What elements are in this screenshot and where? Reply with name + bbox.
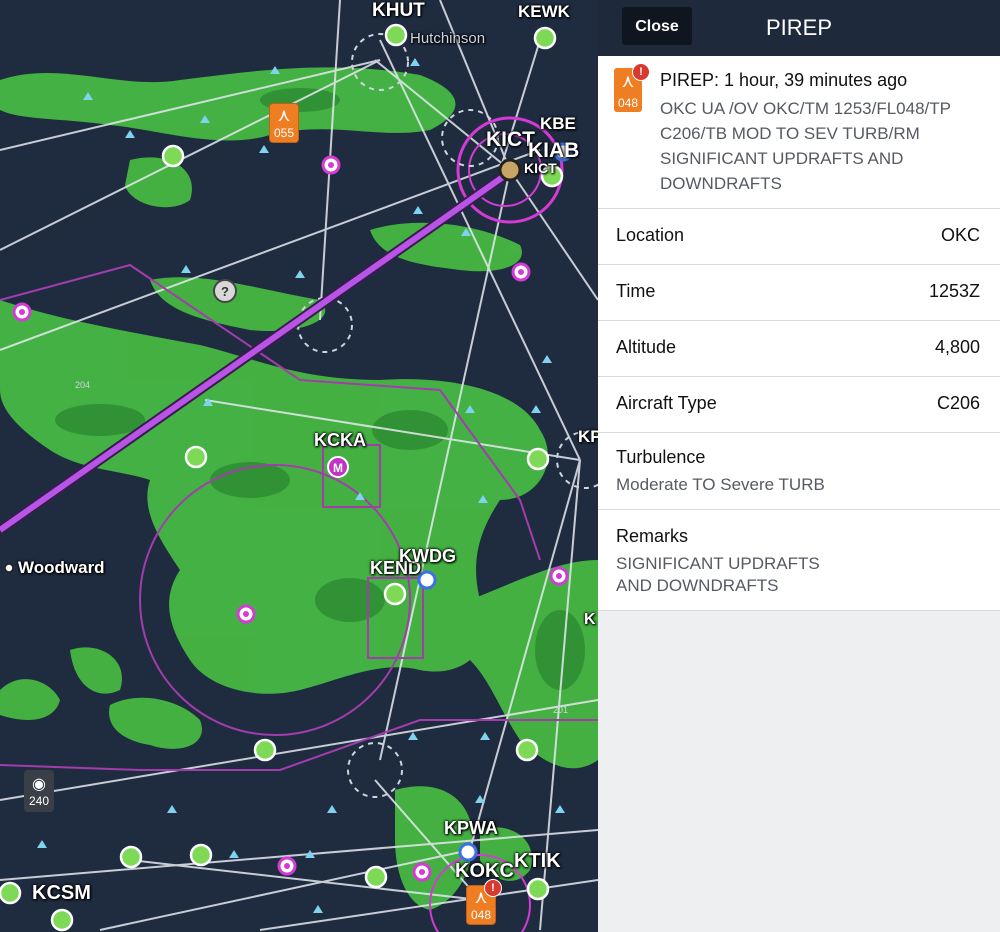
- detail-key: Aircraft Type: [616, 393, 717, 413]
- airport-marker: [515, 738, 539, 762]
- airport-label-kokc[interactable]: KOKC: [455, 860, 514, 883]
- pirep-altitude: 048: [470, 908, 492, 922]
- panel-title: PIREP: [765, 15, 833, 40]
- detail-value: Moderate TO Severe TURB: [616, 475, 825, 494]
- airport-label-kbe[interactable]: KBE: [540, 114, 576, 134]
- pirep-header: ⋏ 048 ! PIREP: 1 hour, 39 minutes ago OK…: [598, 56, 1000, 209]
- city-label-hutchinson: Hutchinson: [410, 30, 486, 47]
- airport-marker: [0, 881, 22, 905]
- detail-row-time: Time 1253Z: [598, 265, 1000, 321]
- eye-icon: ◉: [32, 776, 46, 793]
- airport-marker: [119, 845, 143, 869]
- detail-row-location: Location OKC: [598, 209, 1000, 265]
- weather-radar-layer: [0, 67, 598, 910]
- airport-label-khut[interactable]: KHUT: [372, 0, 425, 22]
- airport-kict-marker[interactable]: [498, 158, 522, 182]
- detail-value: 1253Z: [928, 281, 980, 301]
- pirep-panel: Close PIREP ⋏ 048 ! PIREP: 1 hour, 39 mi…: [598, 0, 1000, 932]
- detail-key: Altitude: [616, 337, 677, 357]
- detail-value: OKC: [940, 225, 980, 245]
- airport-label-kwdg[interactable]: KWDG: [399, 546, 456, 567]
- detail-row-aircraft-type: Aircraft Type C206: [598, 377, 1000, 433]
- alert-icon: !: [632, 63, 650, 81]
- airport-marker: [253, 738, 277, 762]
- pirep-icon: ⋏ 048 !: [614, 63, 650, 112]
- pirep-marker-048[interactable]: ⋏ 048 !: [466, 879, 502, 925]
- airspace-label-201: 201: [553, 705, 568, 715]
- airport-label-kcsm[interactable]: KCSM: [32, 882, 91, 905]
- turbulence-icon: ⋏: [277, 105, 291, 125]
- kcka-m-glyph: M: [333, 461, 343, 475]
- airport-kewk: [533, 26, 557, 50]
- airport-label-kcka[interactable]: KCKA: [314, 430, 366, 451]
- airspace-label-204: 204: [75, 380, 90, 390]
- pirep-raw-text: OKC UA /OV OKC/TM 1253/FL048/TP C206/TB …: [660, 99, 951, 193]
- airport-marker: [161, 144, 185, 168]
- woodward-city-dot: [4, 563, 14, 573]
- detail-value: 4,800: [934, 337, 980, 357]
- detail-row-altitude: Altitude 4,800: [598, 321, 1000, 377]
- airport-label-kpwa[interactable]: KPWA: [444, 818, 498, 839]
- airport-marker: [189, 843, 213, 867]
- pirep-altitude: 055: [273, 126, 295, 140]
- city-label-woodward: Woodward: [18, 558, 105, 577]
- detail-key: Remarks: [616, 526, 689, 546]
- detail-key: Time: [616, 281, 656, 301]
- map-view[interactable]: M 204 201 ? KHUT KEWK Hutchinson KICT KI…: [0, 0, 598, 932]
- detail-row-remarks: Remarks SIGNIFICANT UPDRAFTS AND DOWNDRA…: [598, 510, 1000, 611]
- airport-marker: [526, 447, 550, 471]
- detail-value: C206: [936, 393, 980, 413]
- airport-marker: [50, 908, 74, 932]
- pirep-icon-altitude: 048: [617, 96, 639, 110]
- pirep-title: PIREP: 1 hour, 39 minutes ago: [660, 70, 908, 90]
- alert-icon: !: [484, 879, 502, 897]
- airport-label-ktik[interactable]: KTIK: [514, 850, 561, 873]
- airport-label-k-edge[interactable]: K: [584, 611, 596, 629]
- airport-khut: [384, 23, 408, 47]
- unknown-badge-text: ?: [221, 284, 229, 299]
- airport-label-kewk[interactable]: KEWK: [518, 2, 570, 22]
- detail-value: SIGNIFICANT UPDRAFTS AND DOWNDRAFTS: [616, 554, 820, 595]
- visibility-marker[interactable]: ◉ 240: [24, 770, 54, 812]
- pirep-marker-055[interactable]: ⋏ 055: [269, 103, 299, 143]
- visibility-value: 240: [28, 794, 50, 808]
- airport-label-kp-edge[interactable]: KP: [578, 427, 598, 447]
- airport-label-kict-small[interactable]: KICT: [524, 160, 557, 176]
- airport-marker: [184, 445, 208, 469]
- panel-titlebar: Close PIREP: [598, 0, 1000, 56]
- detail-key: Turbulence: [616, 447, 706, 467]
- airport-kend: [383, 582, 407, 606]
- detail-key: Location: [616, 225, 685, 245]
- airport-marker: [526, 877, 550, 901]
- airport-marker: [364, 865, 388, 889]
- detail-row-turbulence: Turbulence Moderate TO Severe TURB: [598, 433, 1000, 510]
